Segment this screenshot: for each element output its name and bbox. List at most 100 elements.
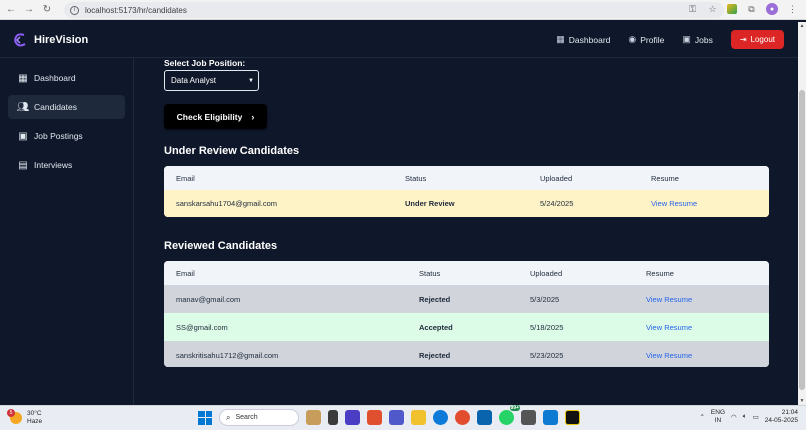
status-badge: Accepted [419, 322, 453, 332]
sidebar-item-label: Job Postings [34, 131, 83, 141]
clock-date: 24-05-2025 [764, 417, 798, 424]
sidebar: ▦ Dashboard 👥︎ Candidates ▣ Job Postings… [0, 58, 134, 405]
header-resume: Resume [651, 173, 679, 183]
cell-email: SS@gmail.com [176, 322, 228, 332]
sidebar-item-interviews[interactable]: ▤ Interviews [8, 153, 125, 177]
scroll-down-icon[interactable]: ▼ [798, 397, 806, 405]
menu-dots-icon[interactable]: ⋮ [787, 4, 798, 15]
extensions-puzzle-icon[interactable]: ⧉ [746, 4, 757, 15]
job-position-select[interactable]: Data Analyst ▼ [164, 70, 259, 91]
site-info-icon[interactable]: i [70, 5, 79, 15]
cell-uploaded: 5/23/2025 [530, 350, 564, 360]
wifi-icon[interactable]: ◠ [731, 413, 737, 421]
bookmark-star-icon[interactable]: ☆ [707, 4, 718, 15]
taskbar-search[interactable]: ⌕ Search [219, 409, 299, 426]
table-row: manav@gmail.com Rejected 5/3/2025 View R… [164, 285, 769, 313]
header-email: Email [176, 173, 195, 183]
job-position-value: Data Analyst [171, 76, 216, 85]
table-row: sanskritisahu1712@gmail.com Rejected 5/2… [164, 341, 769, 367]
nav-jobs-label: Jobs [694, 34, 713, 45]
nav-jobs[interactable]: ▣ Jobs [682, 34, 712, 45]
cell-uploaded: 5/24/2025 [540, 199, 574, 208]
sidebar-item-label: Dashboard [34, 73, 76, 83]
windows-start-icon[interactable] [198, 410, 212, 425]
windows-taskbar: 5 30°C Haze ⌕ Search 99+ ⌃ ENG IN ◠ 🔈︎ ▭… [0, 405, 806, 430]
weather-desc: Haze [27, 418, 43, 425]
sidebar-item-label: Interviews [34, 160, 73, 170]
language-indicator[interactable]: ENG IN [711, 409, 725, 425]
header-status: Status [405, 173, 427, 183]
briefcase-icon: ▣ [18, 130, 28, 142]
profile-avatar[interactable]: ● [766, 3, 778, 15]
table-header: Email Status Uploaded Resume [164, 166, 769, 190]
file-explorer-icon[interactable] [411, 410, 426, 425]
header-uploaded: Uploaded [530, 268, 563, 278]
chrome-icon[interactable] [455, 410, 470, 425]
chevron-up-icon[interactable]: ⌃ [699, 413, 704, 421]
sidebar-item-job-postings[interactable]: ▣ Job Postings [8, 124, 125, 148]
nav-dashboard[interactable]: ▦ Dashboard [556, 34, 610, 45]
reviewed-table: Email Status Uploaded Resume manav@gmail… [164, 261, 769, 367]
view-resume-link[interactable]: View Resume [651, 199, 697, 208]
cell-email: manav@gmail.com [176, 295, 241, 304]
volume-icon[interactable]: 🔈︎ [743, 413, 747, 421]
scroll-thumb[interactable] [799, 90, 805, 390]
clock[interactable]: 21:04 24-05-2025 [765, 409, 798, 425]
sidebar-item-label: Candidates [34, 102, 78, 112]
task-view-icon[interactable] [328, 410, 338, 425]
view-resume-link[interactable]: View Resume [646, 323, 692, 332]
under-review-table: Email Status Uploaded Resume sanskarsahu… [164, 166, 769, 217]
main-content: Select Job Position: Data Analyst ▼ Chec… [134, 58, 798, 405]
key-icon[interactable]: ⚿ [687, 4, 698, 15]
notepad-icon[interactable] [521, 410, 536, 425]
vscode-icon[interactable] [543, 410, 558, 425]
app-icon[interactable] [345, 410, 360, 425]
table-header: Email Status Uploaded Resume [164, 261, 769, 285]
table-row: sanskarsahu1704@gmail.com Under Review 5… [164, 190, 769, 217]
calendar-icon: ▤ [18, 159, 28, 171]
clock-time: 21:04 [781, 409, 798, 416]
scroll-up-icon[interactable]: ▲ [798, 22, 806, 30]
teams-icon[interactable] [389, 410, 404, 425]
nav-profile[interactable]: ◉ Profile [628, 34, 664, 45]
sidebar-item-dashboard[interactable]: ▦ Dashboard [8, 66, 125, 90]
outlook-icon[interactable] [477, 410, 492, 425]
cell-uploaded: 5/3/2025 [530, 295, 560, 304]
whatsapp-icon[interactable]: 99+ [499, 405, 520, 425]
app-header: HireVision ▦ Dashboard ◉ Profile ▣ Jobs … [0, 22, 798, 58]
battery-icon[interactable]: ▭ [753, 413, 759, 421]
chevron-right-icon: › [251, 111, 255, 122]
reload-icon[interactable]: ↻ [40, 3, 54, 17]
widgets-icon[interactable] [306, 410, 321, 425]
check-eligibility-button[interactable]: Check Eligibility › [164, 104, 267, 129]
grid-icon: ▦ [18, 72, 28, 84]
browser-toolbar: ← → ↻ i localhost:5173/hr/candidates ⚿ ☆… [0, 0, 806, 20]
cell-email: sanskarsahu1704@gmail.com [176, 199, 277, 208]
weather-temp: 30°C [27, 410, 42, 417]
header-uploaded: Uploaded [540, 173, 573, 183]
url-text: localhost:5173/hr/candidates [85, 5, 187, 15]
brand-logo-icon [12, 32, 28, 48]
weather-sun-icon: 5 [7, 409, 22, 424]
select-job-label: Select Job Position: [164, 58, 246, 68]
edge-icon[interactable] [433, 410, 448, 425]
nav-profile-label: Profile [640, 34, 665, 45]
arrow-left-icon[interactable]: ← [4, 3, 18, 17]
weather-widget[interactable]: 5 30°C Haze [7, 409, 43, 426]
view-resume-link[interactable]: View Resume [646, 351, 692, 360]
extension-icon[interactable] [727, 4, 737, 14]
brand[interactable]: HireVision [12, 32, 88, 48]
weather-badge: 5 [7, 409, 15, 417]
chevron-down-icon: ▼ [248, 77, 254, 84]
header-email: Email [176, 268, 195, 278]
taskbar-search-label: Search [235, 414, 258, 421]
copilot-icon[interactable] [367, 410, 382, 425]
page-scrollbar[interactable]: ▲ ▼ [798, 22, 806, 405]
logout-button[interactable]: ⇥ Logout [730, 30, 784, 49]
pycharm-icon[interactable] [565, 410, 580, 425]
status-badge: Rejected [419, 350, 451, 360]
address-bar[interactable]: i localhost:5173/hr/candidates [64, 2, 724, 18]
arrow-right-icon[interactable]: → [22, 3, 36, 17]
sidebar-item-candidates[interactable]: 👥︎ Candidates [8, 95, 125, 119]
view-resume-link[interactable]: View Resume [646, 295, 692, 304]
